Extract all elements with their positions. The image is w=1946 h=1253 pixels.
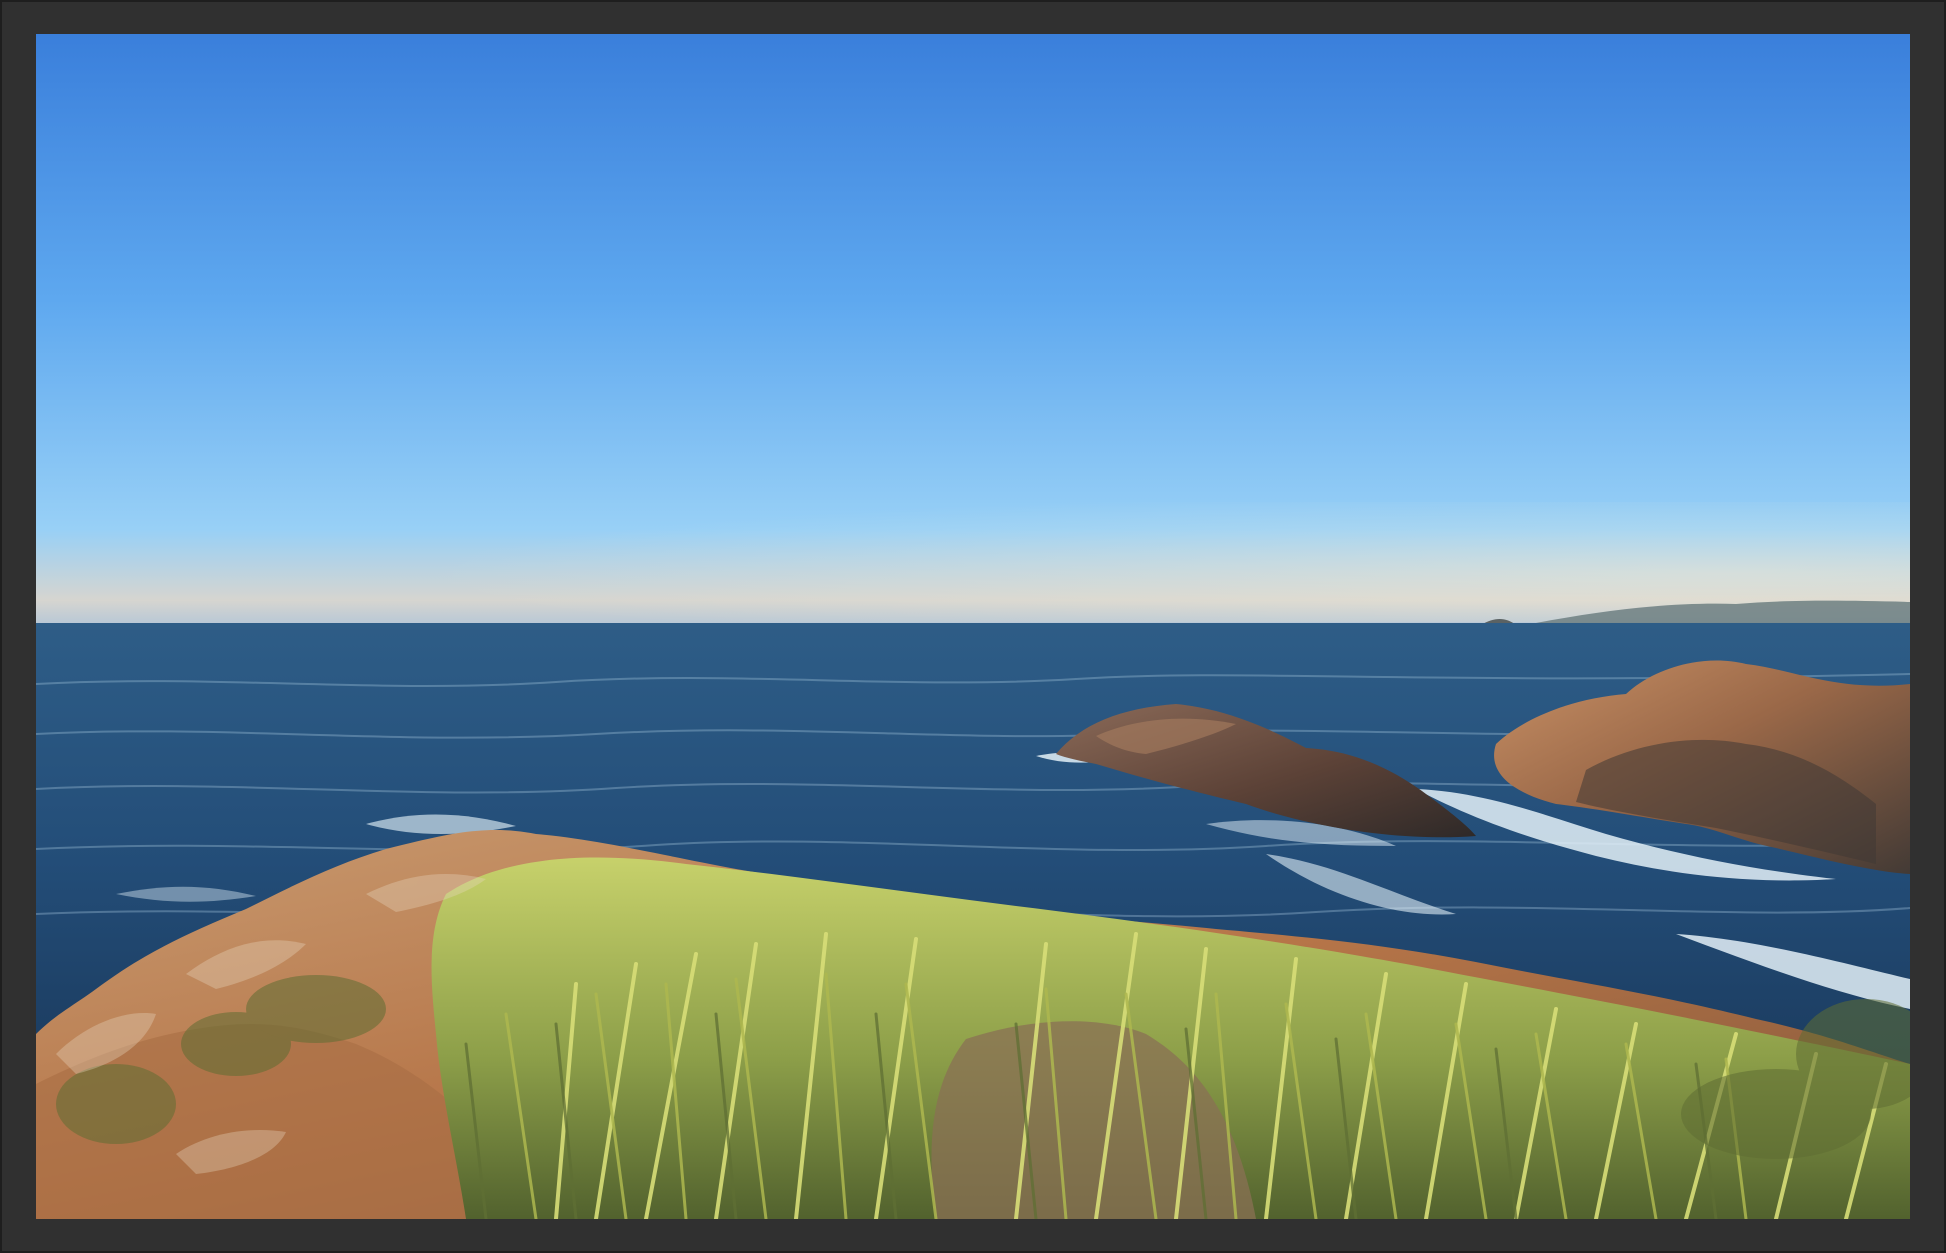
- coastal-scene: [36, 34, 1910, 1219]
- horizon-glow: [36, 502, 1910, 622]
- photo-frame: [0, 0, 1946, 1253]
- coastal-photo: [36, 34, 1910, 1219]
